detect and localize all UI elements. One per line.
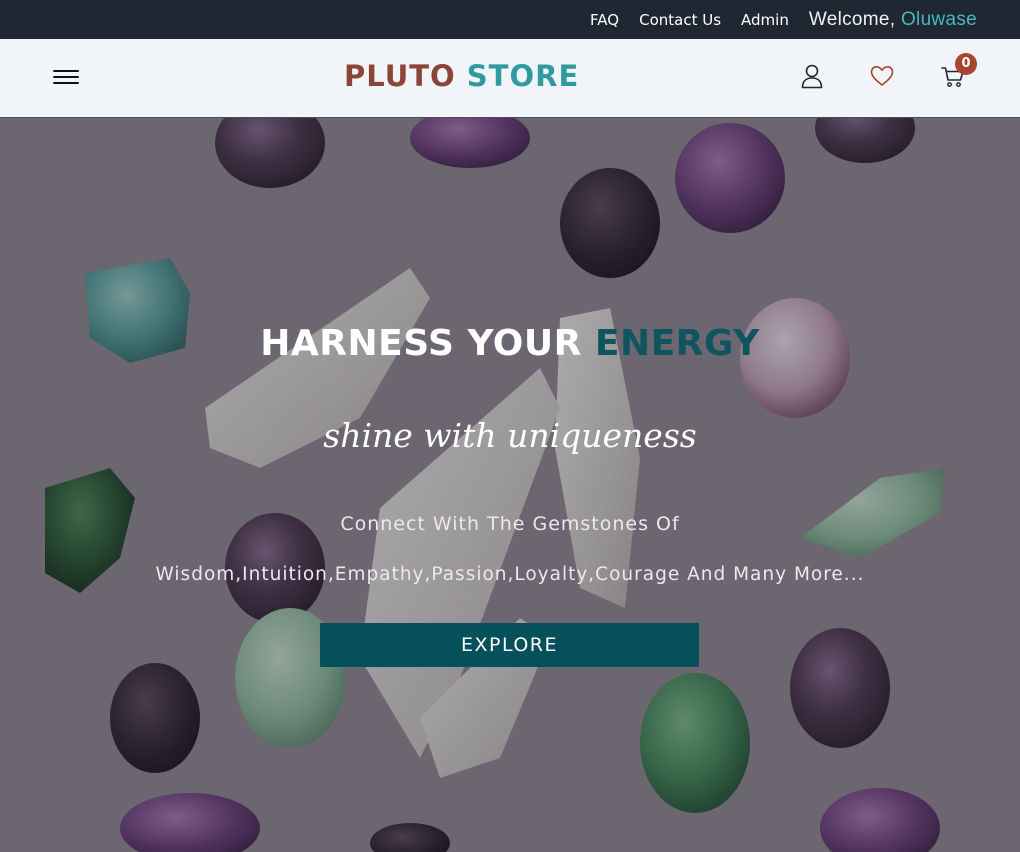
user-icon[interactable]	[799, 63, 825, 89]
brand-logo[interactable]: PLUTO STORE	[344, 59, 579, 93]
hamburger-menu-icon[interactable]	[53, 67, 79, 87]
hero-banner: HARNESS YOUR ENERGY shine with uniquenes…	[0, 118, 1020, 852]
faq-link[interactable]: FAQ	[590, 11, 619, 29]
brand-part1: PLUTO	[344, 59, 456, 93]
cart-count-badge: 0	[955, 53, 977, 75]
hero-subtitle-line2: Wisdom,Intuition,Empathy,Passion,Loyalty…	[155, 564, 865, 585]
welcome-message: Welcome, Oluwase	[809, 9, 977, 31]
welcome-label: Welcome,	[808, 8, 896, 30]
admin-link[interactable]: Admin	[741, 11, 789, 29]
heart-icon[interactable]	[869, 63, 895, 89]
brand-part2: STORE	[466, 59, 580, 93]
hero-title-part1: HARNESS YOUR	[260, 323, 582, 364]
hero-title: HARNESS YOUR ENERGY	[0, 323, 1020, 364]
user-name[interactable]: Oluwase	[901, 9, 977, 30]
top-bar: FAQ Contact Us Admin Welcome, Oluwase	[0, 0, 1020, 39]
contact-us-link[interactable]: Contact Us	[639, 11, 721, 29]
hero-tagline: shine with uniqueness	[323, 416, 697, 455]
hero-subtitle-line1: Connect With The Gemstones Of	[340, 513, 680, 535]
explore-button[interactable]: EXPLORE	[320, 623, 699, 667]
hero-overlay	[0, 118, 1020, 852]
hero-title-part2: ENERGY	[594, 323, 760, 364]
top-links: FAQ Contact Us Admin Welcome, Oluwase	[590, 0, 977, 39]
site-header: PLUTO STORE	[0, 39, 1020, 118]
